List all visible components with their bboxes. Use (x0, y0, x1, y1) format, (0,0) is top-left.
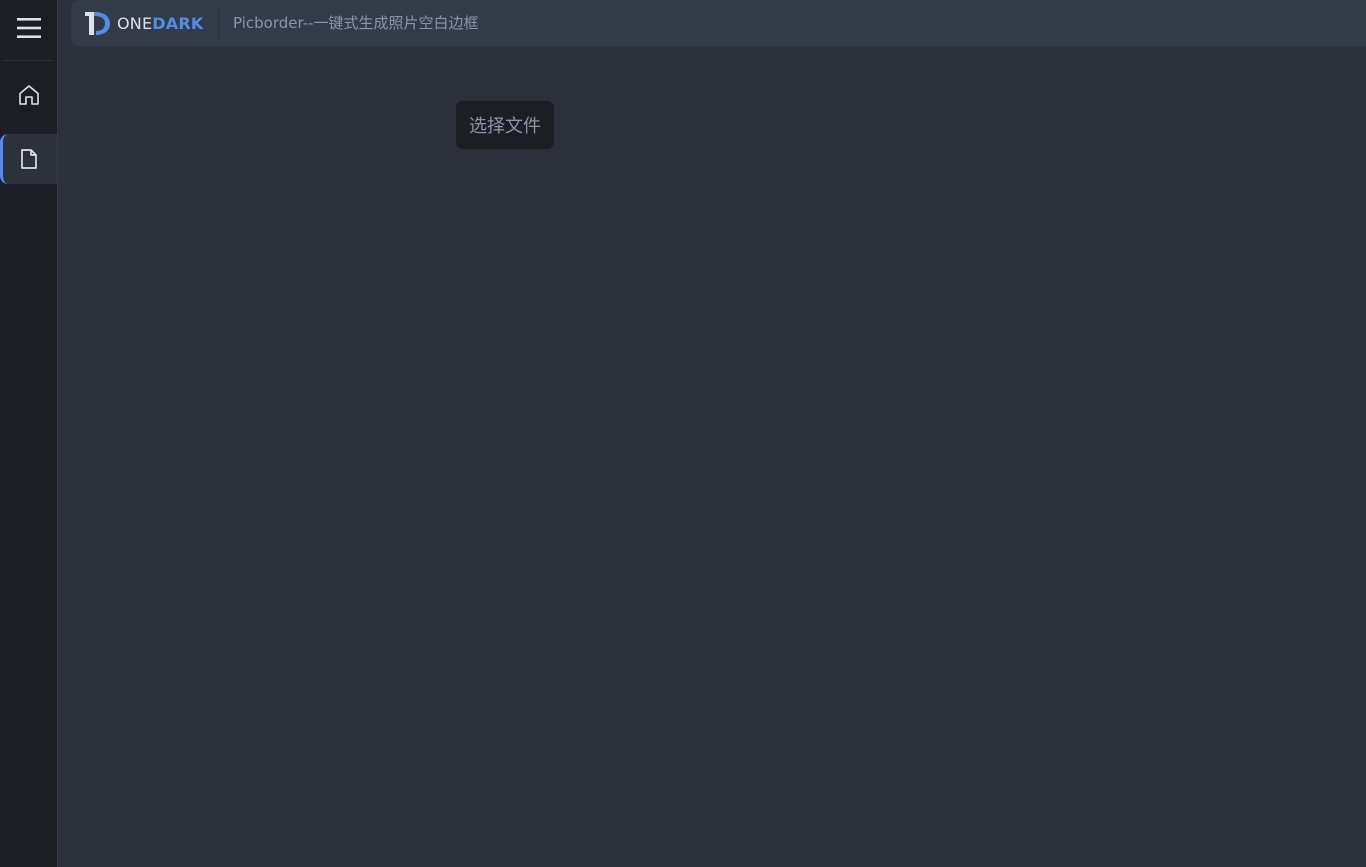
window-title: Picborder--一键式生成照片空白边框 (233, 14, 479, 32)
logo-wordmark: ONE DARK (117, 14, 203, 33)
title-bar: ONE DARK Picborder--一键式生成照片空白边框 (71, 0, 1366, 46)
home-icon (18, 85, 39, 105)
left-sidebar (0, 0, 58, 867)
app-logo: ONE DARK (83, 7, 203, 39)
title-divider (218, 4, 219, 41)
app-window: ONE DARK Picborder--一键式生成照片空白边框 选择文件 (0, 0, 1366, 867)
sidebar-item-page[interactable] (0, 134, 57, 184)
logo-text-one: ONE (117, 13, 153, 33)
logo-text-dark: DARK (152, 13, 204, 33)
menu-toggle-button[interactable] (0, 0, 57, 56)
select-file-button[interactable]: 选择文件 (455, 100, 555, 150)
hamburger-menu-icon (16, 18, 41, 38)
onedark-logo-icon (85, 12, 110, 35)
file-icon (20, 149, 37, 169)
sidebar-item-home[interactable] (0, 70, 57, 120)
sidebar-divider (4, 60, 53, 61)
